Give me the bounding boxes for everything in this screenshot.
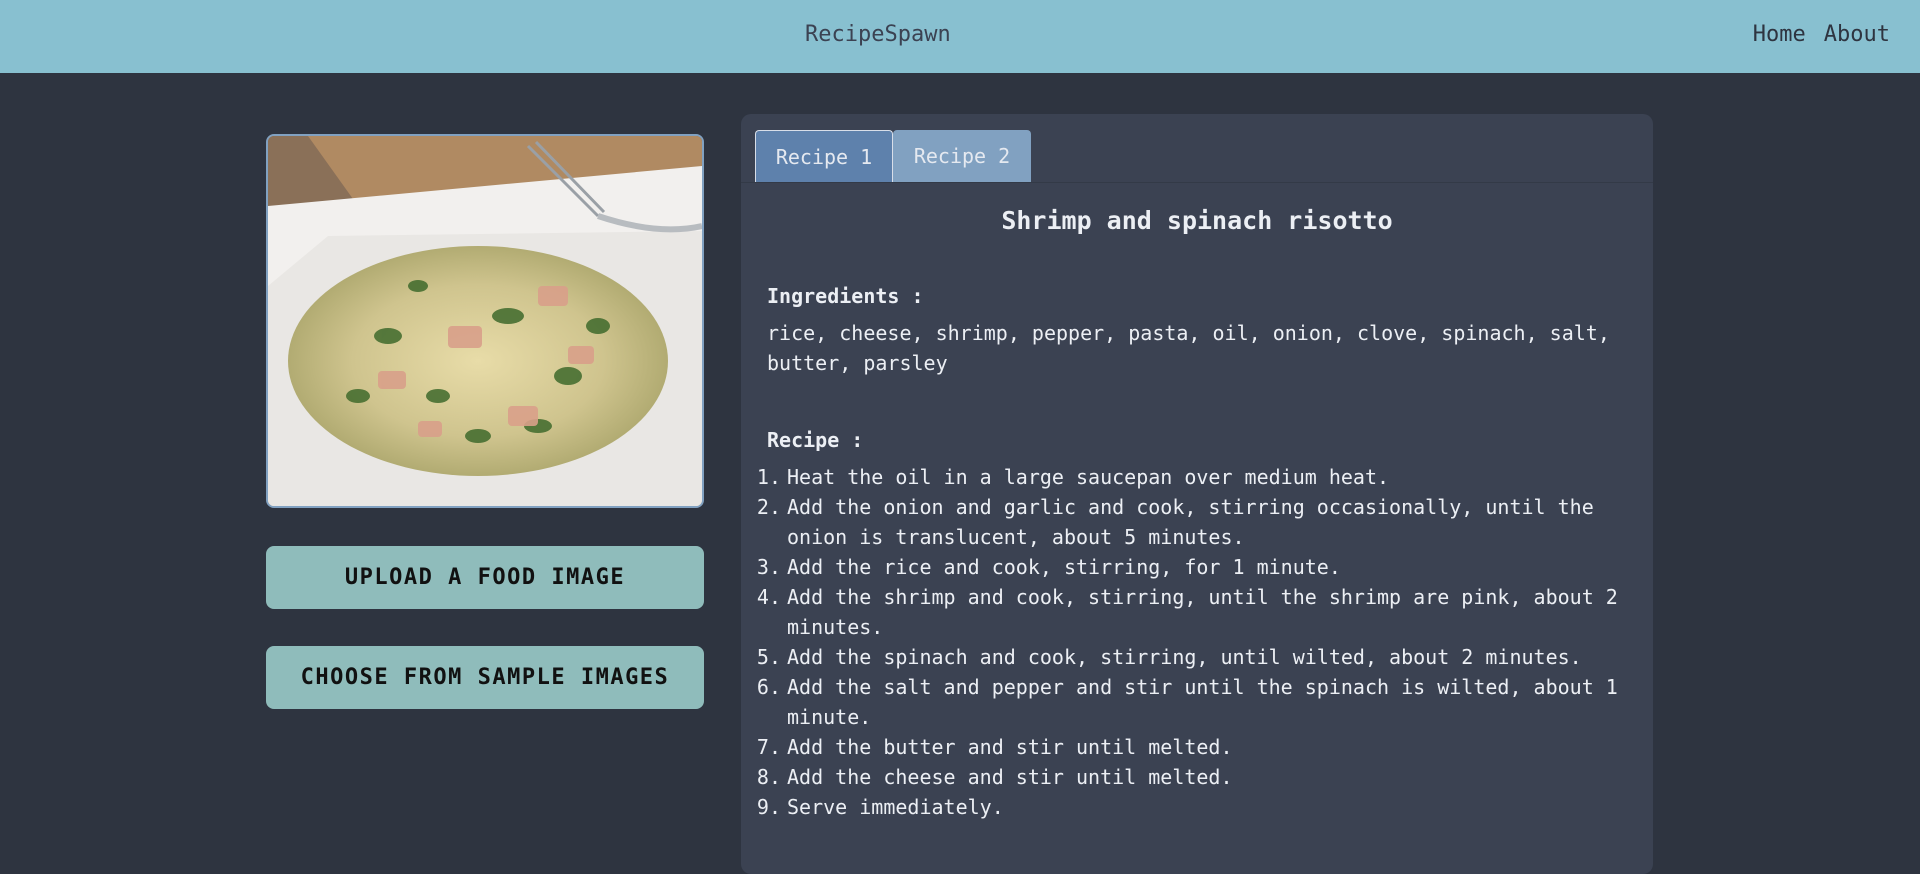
risotto-photo xyxy=(268,136,702,506)
step-number: 3. xyxy=(756,555,781,579)
step-text: Add the spinach and cook, stirring, unti… xyxy=(787,645,1582,669)
step-number: 7. xyxy=(756,735,781,759)
image-column: UPLOAD A FOOD IMAGE CHOOSE FROM SAMPLE I… xyxy=(266,134,704,709)
recipe-steps-label: Recipe : xyxy=(767,428,864,452)
recipe-title: Shrimp and spinach risotto xyxy=(1001,206,1393,235)
tab-recipe-2[interactable]: Recipe 2 xyxy=(893,130,1031,182)
upload-food-image-button[interactable]: UPLOAD A FOOD IMAGE xyxy=(266,546,704,609)
recipe-step: 7. Add the butter and stir until melted. xyxy=(745,732,1625,762)
step-number: 1. xyxy=(756,465,781,489)
step-text: Add the onion and garlic and cook, stirr… xyxy=(787,495,1594,549)
step-text: Add the salt and pepper and stir until t… xyxy=(787,675,1618,729)
step-number: 6. xyxy=(756,675,781,699)
recipe-panel: Recipe 1 Recipe 2 Shrimp and spinach ris… xyxy=(741,114,1653,874)
recipe-step: 8. Add the cheese and stir until melted. xyxy=(745,762,1625,792)
recipe-steps: 1. Heat the oil in a large saucepan over… xyxy=(745,462,1625,822)
step-number: 2. xyxy=(756,495,781,519)
nav-about-link[interactable]: About xyxy=(1824,22,1890,47)
step-text: Add the butter and stir until melted. xyxy=(787,735,1233,759)
ingredients-list: rice, cheese, shrimp, pepper, pasta, oil… xyxy=(767,321,1610,375)
step-text: Add the shrimp and cook, stirring, until… xyxy=(787,585,1618,639)
step-number: 8. xyxy=(756,765,781,789)
step-text: Add the rice and cook, stirring, for 1 m… xyxy=(787,555,1341,579)
recipe-step: 9. Serve immediately. xyxy=(745,792,1625,822)
nav-links: Home About xyxy=(1753,22,1890,47)
recipe-step: 5. Add the spinach and cook, stirring, u… xyxy=(745,642,1625,672)
nav-home-link[interactable]: Home xyxy=(1753,22,1806,47)
ingredients-label: Ingredients : xyxy=(767,284,924,308)
step-text: Serve immediately. xyxy=(787,795,1004,819)
step-number: 9. xyxy=(756,795,781,819)
step-text: Heat the oil in a large saucepan over me… xyxy=(787,465,1390,489)
step-number: 4. xyxy=(756,585,781,609)
recipe-step: 4. Add the shrimp and cook, stirring, un… xyxy=(745,582,1625,642)
choose-sample-images-button[interactable]: CHOOSE FROM SAMPLE IMAGES xyxy=(266,646,704,709)
recipe-step: 2. Add the onion and garlic and cook, st… xyxy=(745,492,1625,552)
recipe-step: 6. Add the salt and pepper and stir unti… xyxy=(745,672,1625,732)
recipe-step: 1. Heat the oil in a large saucepan over… xyxy=(745,462,1625,492)
tab-recipe-1[interactable]: Recipe 1 xyxy=(755,130,893,182)
recipe-step: 3. Add the rice and cook, stirring, for … xyxy=(745,552,1625,582)
recipe-tabs: Recipe 1 Recipe 2 xyxy=(741,114,1653,183)
navbar: RecipeSpawn Home About xyxy=(0,0,1920,73)
food-image xyxy=(266,134,704,508)
step-text: Add the cheese and stir until melted. xyxy=(787,765,1233,789)
brand-title[interactable]: RecipeSpawn xyxy=(805,22,951,47)
step-number: 5. xyxy=(756,645,781,669)
